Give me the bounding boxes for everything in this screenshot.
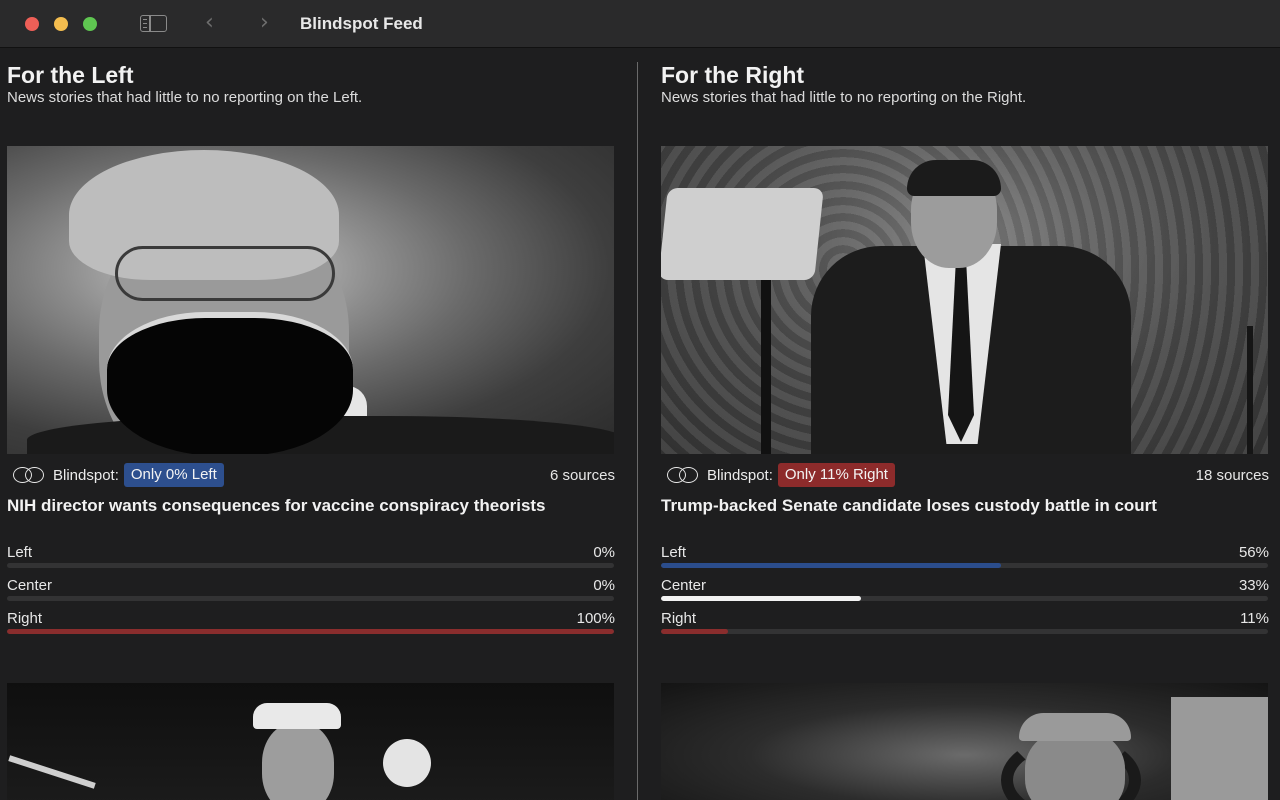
coverage-label: Center bbox=[661, 577, 707, 594]
blindspot-label: Blindspot: bbox=[53, 466, 119, 484]
maximize-window-button[interactable] bbox=[83, 17, 97, 31]
coverage-bars: Left 0% Center 0% Right 100% bbox=[7, 544, 615, 643]
coverage-row-center: Center 0% bbox=[7, 577, 615, 610]
story-meta: Blindspot: Only 11% Right 18 sources bbox=[661, 463, 1269, 487]
title-bar: ‹ › Blindspot Feed bbox=[0, 0, 1280, 48]
coverage-track bbox=[7, 596, 614, 601]
story-image[interactable] bbox=[661, 146, 1268, 454]
chevron-left-icon[interactable]: ‹ bbox=[205, 10, 214, 36]
coverage-label: Right bbox=[7, 610, 43, 627]
coverage-value: 33% bbox=[1238, 577, 1269, 594]
coverage-track bbox=[661, 629, 1268, 634]
story-headline[interactable]: NIH director wants consequences for vacc… bbox=[7, 496, 567, 516]
coverage-track bbox=[661, 596, 1268, 601]
right-column: For the Right News stories that had litt… bbox=[661, 49, 1269, 800]
column-subheading: News stories that had little to no repor… bbox=[7, 89, 363, 106]
coverage-row-right: Right 100% bbox=[7, 610, 615, 643]
coverage-fill bbox=[661, 596, 862, 601]
coverage-fill bbox=[7, 629, 614, 634]
coverage-row-center: Center 33% bbox=[661, 577, 1269, 610]
coverage-row-right: Right 11% bbox=[661, 610, 1269, 643]
column-divider bbox=[637, 62, 638, 800]
left-column: For the Left News stories that had littl… bbox=[7, 49, 615, 800]
coverage-label: Right bbox=[661, 610, 697, 627]
coverage-label: Center bbox=[7, 577, 53, 594]
sidebar-toggle-icon[interactable] bbox=[140, 15, 167, 32]
window-title: Blindspot Feed bbox=[300, 14, 423, 33]
coverage-label: Left bbox=[661, 544, 687, 561]
next-story-image[interactable] bbox=[661, 683, 1268, 800]
story-meta: Blindspot: Only 0% Left 6 sources bbox=[7, 463, 615, 487]
column-heading: For the Left bbox=[7, 62, 134, 88]
coverage-value: 0% bbox=[593, 577, 615, 594]
blindspot-badge: Only 11% Right bbox=[777, 463, 895, 487]
close-window-button[interactable] bbox=[25, 17, 39, 31]
coverage-value: 11% bbox=[1240, 610, 1269, 627]
blindspot-logo-icon bbox=[667, 467, 701, 483]
coverage-row-left: Left 56% bbox=[661, 544, 1269, 577]
column-subheading: News stories that had little to no repor… bbox=[661, 89, 1027, 106]
blindspot-logo-icon bbox=[13, 467, 47, 483]
coverage-value: 100% bbox=[576, 610, 615, 627]
sources-count[interactable]: 6 sources bbox=[550, 467, 615, 484]
chevron-right-icon[interactable]: › bbox=[260, 10, 269, 36]
next-story-image[interactable] bbox=[7, 683, 614, 800]
coverage-label: Left bbox=[7, 544, 33, 561]
coverage-row-left: Left 0% bbox=[7, 544, 615, 577]
coverage-bars: Left 56% Center 33% Right 11% bbox=[661, 544, 1269, 643]
column-heading: For the Right bbox=[661, 62, 805, 88]
coverage-track bbox=[7, 563, 614, 568]
coverage-track bbox=[7, 629, 614, 634]
coverage-track bbox=[661, 563, 1268, 568]
blindspot-label: Blindspot: bbox=[707, 466, 773, 484]
story-image[interactable] bbox=[7, 146, 614, 454]
coverage-value: 56% bbox=[1238, 544, 1269, 561]
coverage-value: 0% bbox=[593, 544, 615, 561]
coverage-fill bbox=[661, 629, 728, 634]
blindspot-badge: Only 0% Left bbox=[123, 463, 224, 487]
coverage-fill bbox=[661, 563, 1001, 568]
sources-count[interactable]: 18 sources bbox=[1196, 467, 1269, 484]
minimize-window-button[interactable] bbox=[54, 17, 68, 31]
story-headline[interactable]: Trump-backed Senate candidate loses cust… bbox=[661, 496, 1221, 516]
